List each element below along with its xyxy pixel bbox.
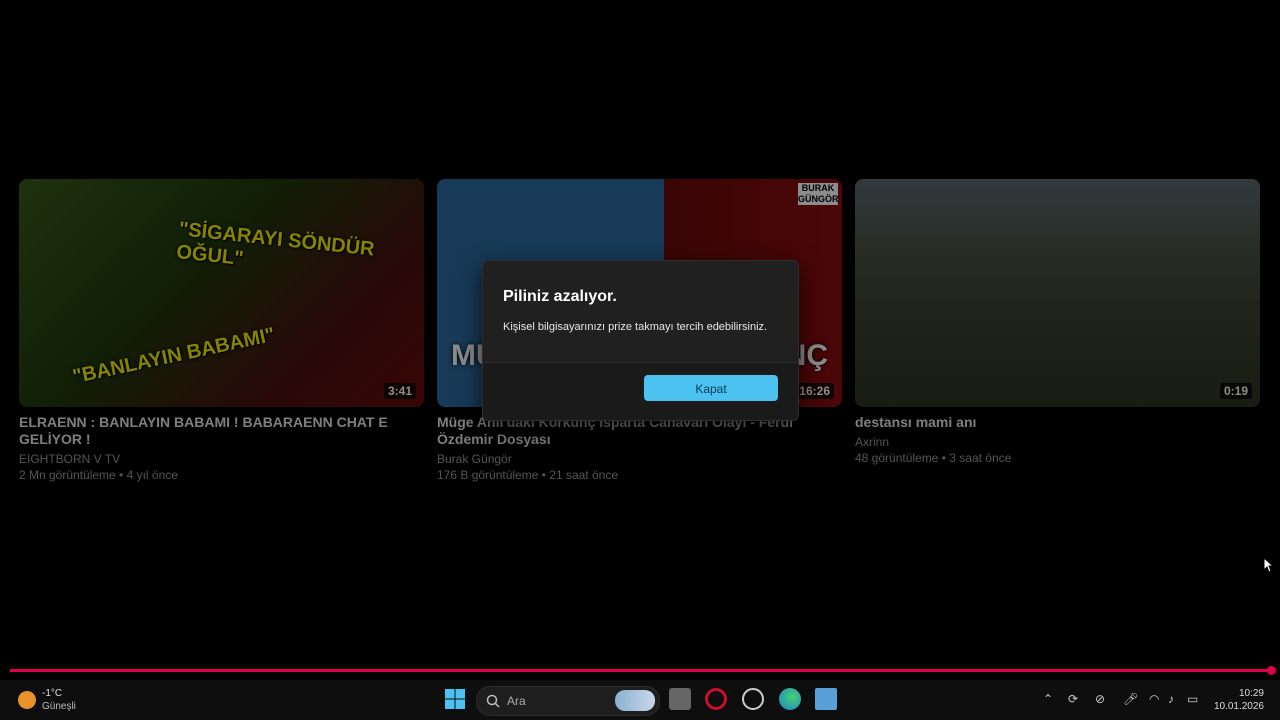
video-thumbnail[interactable]: 0:19 xyxy=(855,179,1260,407)
search-highlight-image xyxy=(615,690,655,711)
video-duration: 3:41 xyxy=(383,383,416,399)
start-windows-icon[interactable] xyxy=(444,688,466,710)
video-title[interactable]: destansı mami anı xyxy=(855,414,1260,431)
video-title[interactable]: ELRAENN : BANLAYIN BABAMI ! BABARAENN CH… xyxy=(19,414,424,448)
task-view-icon[interactable] xyxy=(669,688,691,710)
wifi-icon[interactable]: ◠ xyxy=(1149,692,1159,706)
weather-widget[interactable]: -1°C Güneşli xyxy=(14,687,94,715)
edge-icon[interactable] xyxy=(779,688,801,710)
sync-icon[interactable]: ⟳ xyxy=(1068,692,1078,706)
video-card[interactable]: 0:19 destansı mami anı Axrinn 48 görüntü… xyxy=(855,179,1260,466)
progress-scrubber[interactable] xyxy=(1267,666,1276,675)
battery-low-dialog: Piliniz azalıyor. Kişisel bilgisayarınız… xyxy=(482,260,799,421)
muted-icon[interactable]: ⊘ xyxy=(1095,692,1105,706)
channel-name[interactable]: Burak Güngör xyxy=(437,452,842,467)
battery-icon[interactable]: ▭ xyxy=(1187,692,1198,706)
weather-sun-icon xyxy=(18,691,36,709)
channel-name[interactable]: Axrinn xyxy=(855,435,1260,450)
video-meta: 48 görüntüleme • 3 saat önce xyxy=(855,451,1012,465)
video-progress-bar[interactable] xyxy=(10,666,1276,675)
chrome-icon[interactable] xyxy=(742,688,764,710)
channel-logo: BURAK GÜNGÖR xyxy=(798,183,839,205)
video-thumbnail[interactable]: "SİGARAYI SÖNDÜR OĞUL" "BANLAYIN BABAMI"… xyxy=(19,179,424,407)
opera-icon[interactable] xyxy=(705,688,727,710)
weather-description: Güneşli xyxy=(42,701,76,712)
search-icon xyxy=(486,694,500,708)
microphone-icon[interactable]: 🎤︎ xyxy=(1123,692,1138,706)
video-card[interactable]: "SİGARAYI SÖNDÜR OĞUL" "BANLAYIN BABAMI"… xyxy=(19,179,424,483)
mouse-cursor-icon xyxy=(1263,557,1273,573)
weather-temperature: -1°C xyxy=(42,688,63,699)
taskbar-search[interactable]: Ara xyxy=(476,686,660,716)
store-icon[interactable] xyxy=(815,688,837,710)
progress-fill xyxy=(10,666,1276,675)
system-clock[interactable]: 10:29 10.01.2026 xyxy=(1214,687,1264,713)
chevron-up-icon[interactable]: ⌃ xyxy=(1043,692,1053,706)
thumbnail-caption: "SİGARAYI SÖNDÜR OĞUL" xyxy=(175,218,376,271)
thumbnail-caption: "BANLAYIN BABAMI" xyxy=(70,323,277,389)
search-placeholder: Ara xyxy=(507,694,526,708)
dialog-message: Kişisel bilgisayarınızı prize takmayı te… xyxy=(503,321,768,333)
video-duration: 16:26 xyxy=(795,383,834,399)
channel-name[interactable]: EIGHTBORN V TV xyxy=(19,452,424,467)
taskbar: -1°C Güneşli Ara ⌃ ⟳ ⊘ 🎤︎ ◠ ♪ ▭ 10:29 10… xyxy=(0,680,1280,720)
video-meta: 2 Mn görüntüleme • 4 yıl önce xyxy=(19,468,178,482)
clock-date: 10.01.2026 xyxy=(1213,701,1264,712)
video-meta: 176 B görüntüleme • 21 saat önce xyxy=(437,468,618,482)
dialog-title: Piliniz azalıyor. xyxy=(503,288,617,305)
close-button[interactable]: Kapat xyxy=(644,375,778,401)
dialog-footer: Kapat xyxy=(483,362,798,420)
video-duration: 0:19 xyxy=(1219,383,1252,399)
volume-icon[interactable]: ♪ xyxy=(1168,692,1174,706)
clock-time: 10:29 xyxy=(1238,688,1264,699)
